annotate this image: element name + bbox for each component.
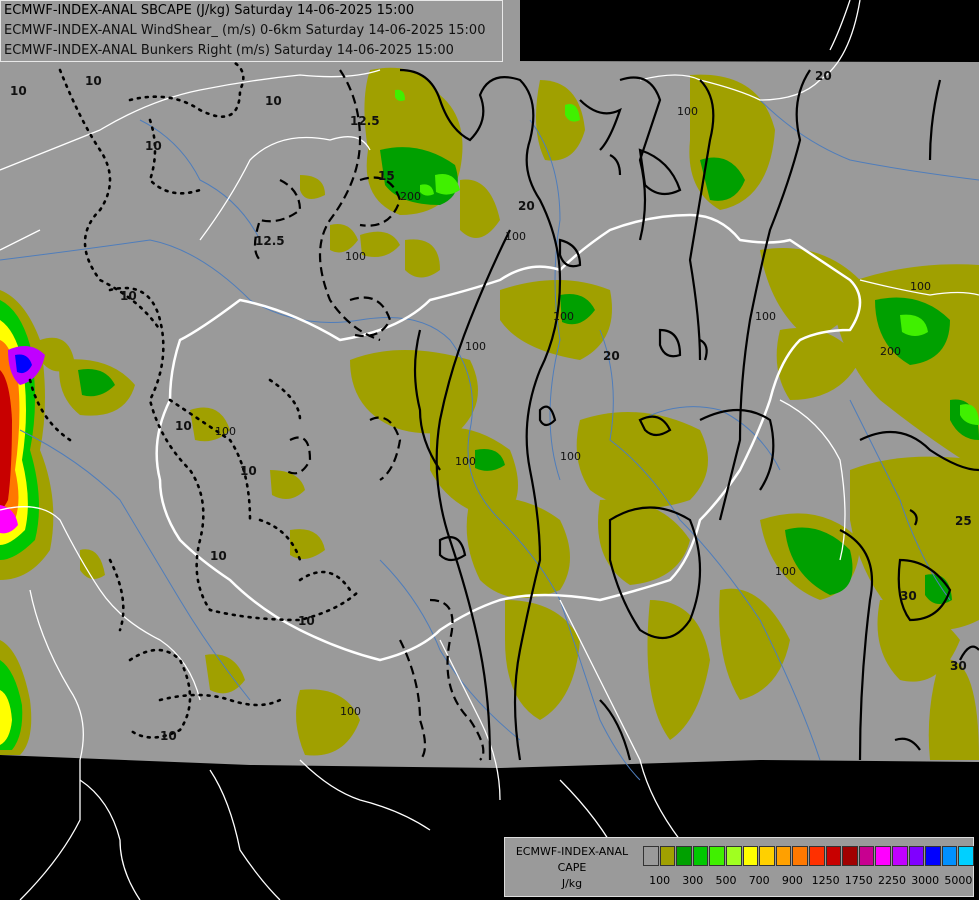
cape-label: 200 [400,190,421,203]
legend-unit: J/kg [561,877,583,890]
legend-swatch [891,846,908,866]
shear-label: 20 [603,349,620,363]
cape-label: 100 [775,565,796,578]
legend-swatch [842,846,858,866]
shear-label: 30 [950,659,967,673]
legend-tick-label: 900 [781,874,803,887]
forecast-domain [0,60,979,768]
legend-color-bar [643,846,975,866]
legend-swatch [692,846,709,866]
cape-label: 100 [505,230,526,243]
legend-swatch [742,846,759,866]
cape-label: 100 [465,340,486,353]
legend-swatch [676,846,692,866]
title-bunkers: ECMWF-INDEX-ANAL Bunkers Right (m/s) Sat… [4,43,454,58]
legend-swatch [925,846,941,866]
legend-tick-label: 700 [748,874,770,887]
legend-swatch [875,846,891,866]
cape-label: 100 [345,250,366,263]
cape-label: 100 [560,450,581,463]
weather-map: 20 20 20 25 30 30 10 10 10 10 10 10 10 1… [0,0,979,900]
bunkers-label: 10 [298,614,315,628]
legend-tick-label: 1750 [844,874,873,887]
cape-label: 100 [910,280,931,293]
legend-tick-label: 2250 [878,874,906,887]
bunkers-label: 15 [378,169,395,183]
shear-label: 20 [518,199,535,213]
cape-label: 200 [880,345,901,358]
shear-label: 10 [10,84,27,98]
cape-legend: ECMWF-INDEX-ANAL CAPE J/kg 100 300 500 700 9… [504,837,974,897]
legend-swatch [825,846,842,866]
legend-tick-label: 3000 [911,874,940,887]
shear-label: 20 [815,69,832,83]
legend-ticks: 100 300 500 700 900 1250 1750 2250 3000 5000 [643,874,973,890]
cape-label: 100 [553,310,574,323]
legend-tick-label: 5000 [944,874,973,887]
cape-label: 100 [455,455,476,468]
bunkers-label: 12.5 [350,114,380,128]
title-windshear: ECMWF-INDEX-ANAL WindShear_ (m/s) 0-6km … [4,23,486,38]
cape-label: 100 [677,105,698,118]
bunkers-label: 10 [120,289,137,303]
legend-tick-label: 500 [715,874,737,887]
legend-swatch [725,846,742,866]
bunkers-label: 10 [85,74,102,88]
legend-swatch [958,846,974,866]
legend-field: CAPE [557,861,587,874]
legend-swatch [643,846,659,866]
legend-swatch [941,846,958,866]
bunkers-label: 10 [175,419,192,433]
legend-tick-label: 100 [649,874,671,887]
title-sbcape: ECMWF-INDEX-ANAL SBCAPE (J/kg) Saturday … [4,3,415,18]
map-title-box: ECMWF-INDEX-ANAL SBCAPE (J/kg) Saturday … [0,0,503,62]
legend-tick-label: 1250 [811,874,840,887]
legend-swatch [808,846,825,866]
legend-tick-label: 300 [682,874,704,887]
legend-swatch [709,846,725,866]
legend-swatch [775,846,792,866]
cape-label: 100 [340,705,361,718]
bunkers-label: 12.5 [255,234,285,248]
cape-label: 100 [215,425,236,438]
legend-swatch [792,846,808,866]
legend-text: ECMWF-INDEX-ANAL CAPE J/kg [505,844,639,892]
bunkers-label: 10 [145,139,162,153]
shear-label: 30 [900,589,917,603]
shear-label: 25 [955,514,972,528]
legend-swatch [759,846,775,866]
legend-swatch [908,846,925,866]
cape-label: 100 [755,310,776,323]
legend-swatch [858,846,875,866]
legend-swatch [659,846,676,866]
bunkers-label: 10 [240,464,257,478]
bunkers-label: 10 [160,729,177,743]
legend-model: ECMWF-INDEX-ANAL [515,845,629,858]
bunkers-label: 10 [210,549,227,563]
bunkers-label: 10 [265,94,282,108]
